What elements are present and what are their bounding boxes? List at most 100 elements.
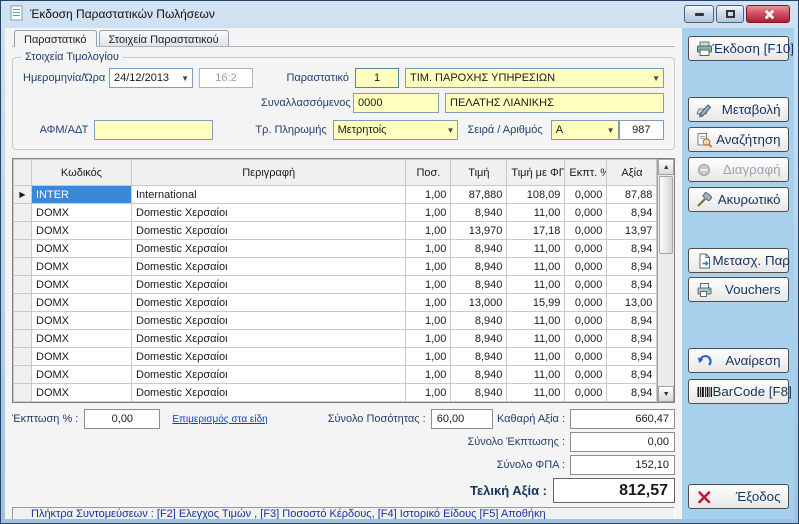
maximize-icon[interactable]: [716, 5, 744, 23]
cell-value[interactable]: 87,88: [607, 186, 657, 204]
cell-description[interactable]: Domestic Χερσαίοι: [132, 384, 406, 402]
cell-price-vat[interactable]: 11,00: [507, 240, 565, 258]
document-type-select[interactable]: ΤΙΜ. ΠΑΡΟΧΗΣ ΥΠΗΡΕΣΙΩΝ ▼: [405, 68, 664, 88]
table-row[interactable]: DOMX Domestic Χερσαίοι 1,00 8,940 11,00 …: [14, 204, 657, 222]
void-button[interactable]: Ακυρωτικό: [688, 187, 789, 212]
table-row[interactable]: DOMX Domestic Χερσαίοι 1,00 13,000 15,99…: [14, 294, 657, 312]
cell-code[interactable]: DOMX: [32, 366, 132, 384]
vertical-scrollbar[interactable]: ▲ ▼: [657, 159, 674, 402]
column-header-code[interactable]: Κωδικός: [32, 160, 132, 186]
cell-description[interactable]: Domestic Χερσαίοι: [132, 294, 406, 312]
cell-code[interactable]: DOMX: [32, 384, 132, 402]
row-selector[interactable]: [14, 258, 32, 276]
search-button[interactable]: Αναζήτηση: [688, 127, 789, 152]
cell-price[interactable]: 8,940: [451, 258, 507, 276]
column-header-discount[interactable]: Εκπτ. %: [565, 160, 607, 186]
vouchers-button[interactable]: Vouchers: [688, 277, 789, 302]
cell-price[interactable]: 8,940: [451, 240, 507, 258]
cell-discount[interactable]: 0,000: [565, 222, 607, 240]
cell-value[interactable]: 13,97: [607, 222, 657, 240]
window-titlebar[interactable]: Έκδοση Παραστατικών Πωλήσεων: [1, 1, 798, 27]
cell-description[interactable]: Domestic Χερσαίοι: [132, 312, 406, 330]
vat-id-field[interactable]: [94, 120, 212, 140]
cell-code[interactable]: DOMX: [32, 294, 132, 312]
cell-price[interactable]: 8,940: [451, 312, 507, 330]
table-row[interactable]: DOMX Domestic Χερσαίοι 1,00 8,940 11,00 …: [14, 366, 657, 384]
total-qty-field[interactable]: 60,00: [431, 409, 493, 429]
cell-price[interactable]: 8,940: [451, 348, 507, 366]
row-selector[interactable]: ▶: [14, 186, 32, 204]
row-selector[interactable]: [14, 348, 32, 366]
cell-value[interactable]: 8,94: [607, 384, 657, 402]
row-selector[interactable]: [14, 366, 32, 384]
discount-field[interactable]: 0,00: [84, 409, 160, 429]
scrollbar-thumb[interactable]: [659, 176, 673, 254]
cell-discount[interactable]: 0,000: [565, 366, 607, 384]
cell-qty[interactable]: 1,00: [406, 384, 451, 402]
customer-code-field[interactable]: 0000: [353, 93, 439, 113]
modify-button[interactable]: Μεταβολή: [688, 97, 789, 122]
cell-code[interactable]: DOMX: [32, 312, 132, 330]
cell-price-vat[interactable]: 11,00: [507, 366, 565, 384]
cell-qty[interactable]: 1,00: [406, 186, 451, 204]
cell-code[interactable]: DOMX: [32, 276, 132, 294]
undo-button[interactable]: Αναίρεση: [688, 348, 789, 373]
row-selector[interactable]: [14, 384, 32, 402]
cell-qty[interactable]: 1,00: [406, 366, 451, 384]
table-row[interactable]: DOMX Domestic Χερσαίοι 1,00 8,940 11,00 …: [14, 384, 657, 402]
cell-price-vat[interactable]: 15,99: [507, 294, 565, 312]
cell-value[interactable]: 8,94: [607, 276, 657, 294]
minimize-icon[interactable]: [684, 5, 714, 23]
cell-price-vat[interactable]: 17,18: [507, 222, 565, 240]
cell-discount[interactable]: 0,000: [565, 186, 607, 204]
table-row[interactable]: DOMX Domestic Χερσαίοι 1,00 13,970 17,18…: [14, 222, 657, 240]
cell-code[interactable]: DOMX: [32, 222, 132, 240]
cell-qty[interactable]: 1,00: [406, 222, 451, 240]
cell-discount[interactable]: 0,000: [565, 258, 607, 276]
cell-value[interactable]: 8,94: [607, 348, 657, 366]
table-row[interactable]: ▶ INTER International 1,00 87,880 108,09…: [14, 186, 657, 204]
cell-qty[interactable]: 1,00: [406, 348, 451, 366]
column-header-price-vat[interactable]: Τιμή με ΦΠΑ: [507, 160, 565, 186]
cell-price[interactable]: 8,940: [451, 276, 507, 294]
transform-document-button[interactable]: Μετασχ. Παρ: [688, 248, 789, 273]
cell-price[interactable]: 87,880: [451, 186, 507, 204]
cell-discount[interactable]: 0,000: [565, 348, 607, 366]
cell-value[interactable]: 8,94: [607, 240, 657, 258]
row-selector[interactable]: [14, 240, 32, 258]
allocate-to-items-link[interactable]: Επιμερισμός στα είδη: [172, 414, 267, 425]
cell-price-vat[interactable]: 108,09: [507, 186, 565, 204]
cell-price[interactable]: 8,940: [451, 204, 507, 222]
date-picker[interactable]: 24/12/2013 ▼: [109, 68, 193, 88]
chevron-down-icon[interactable]: ▼: [604, 126, 615, 135]
scroll-down-icon[interactable]: ▼: [658, 386, 674, 402]
row-selector[interactable]: [14, 312, 32, 330]
cell-description[interactable]: Domestic Χερσαίοι: [132, 330, 406, 348]
cell-discount[interactable]: 0,000: [565, 240, 607, 258]
row-selector[interactable]: [14, 222, 32, 240]
cell-discount[interactable]: 0,000: [565, 276, 607, 294]
cell-price[interactable]: 13,970: [451, 222, 507, 240]
cell-qty[interactable]: 1,00: [406, 294, 451, 312]
cell-qty[interactable]: 1,00: [406, 240, 451, 258]
column-header-description[interactable]: Περιγραφή: [132, 160, 406, 186]
chevron-down-icon[interactable]: ▼: [649, 74, 660, 83]
cell-code[interactable]: DOMX: [32, 258, 132, 276]
tab-stoixeia-parastatikou[interactable]: Στοιχεία Παραστατικού: [99, 30, 229, 46]
row-selector[interactable]: [14, 330, 32, 348]
cell-description[interactable]: International: [132, 186, 406, 204]
cell-value[interactable]: 8,94: [607, 366, 657, 384]
cell-description[interactable]: Domestic Χερσαίοι: [132, 258, 406, 276]
cell-discount[interactable]: 0,000: [565, 384, 607, 402]
cell-description[interactable]: Domestic Χερσαίοι: [132, 240, 406, 258]
table-row[interactable]: DOMX Domestic Χερσαίοι 1,00 8,940 11,00 …: [14, 276, 657, 294]
issue-button[interactable]: Έκδοση [F10]: [688, 36, 789, 61]
cell-discount[interactable]: 0,000: [565, 294, 607, 312]
cell-price[interactable]: 8,940: [451, 384, 507, 402]
cell-price-vat[interactable]: 11,00: [507, 204, 565, 222]
chevron-down-icon[interactable]: ▼: [443, 126, 454, 135]
cell-description[interactable]: Domestic Χερσαίοι: [132, 276, 406, 294]
row-selector[interactable]: [14, 204, 32, 222]
cell-price-vat[interactable]: 11,00: [507, 258, 565, 276]
cell-value[interactable]: 8,94: [607, 204, 657, 222]
